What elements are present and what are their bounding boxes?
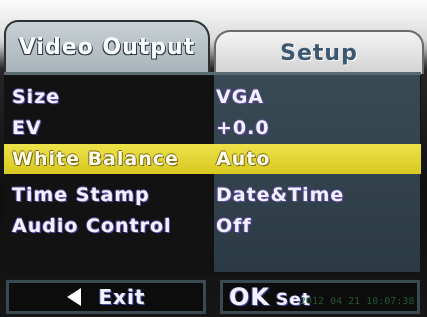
tab-video-output[interactable]: Video Output — [4, 20, 210, 72]
menu-item-label: EV — [12, 117, 42, 139]
menu-item-label: Time Stamp — [12, 184, 150, 206]
tab-video-output-label: Video Output — [18, 34, 196, 60]
overlay-timestamp: 2012 04 21 10:07:38 — [300, 296, 415, 307]
menu-item-value: Auto — [216, 148, 271, 170]
menu-item-label: White Balance — [12, 148, 179, 170]
menu-item-size[interactable]: Size VGA — [4, 82, 421, 112]
menu-item-value: +0.0 — [216, 117, 270, 139]
menu-item-ev[interactable]: EV +0.0 — [4, 113, 421, 143]
exit-button-label: Exit — [98, 285, 146, 309]
menu-item-white-balance[interactable]: White Balance Auto — [4, 144, 421, 174]
left-arrow-icon — [66, 288, 81, 306]
ok-label: OK — [229, 283, 270, 311]
exit-button[interactable]: Exit — [6, 280, 206, 314]
menu-item-time-stamp[interactable]: Time Stamp Date&Time — [4, 180, 421, 210]
menu-item-label: Audio Control — [12, 215, 172, 237]
menu-item-value: Date&Time — [216, 184, 345, 206]
tab-setup[interactable]: Setup — [214, 30, 424, 74]
menu-item-value: VGA — [216, 86, 265, 108]
menu-item-value: Off — [216, 215, 252, 237]
camera-menu-screen: Video Output Setup Size VGA EV +0.0 Whit… — [0, 0, 427, 317]
tab-setup-label: Setup — [280, 40, 358, 66]
menu-item-audio-control[interactable]: Audio Control Off — [4, 211, 421, 241]
menu-item-label: Size — [12, 86, 61, 108]
